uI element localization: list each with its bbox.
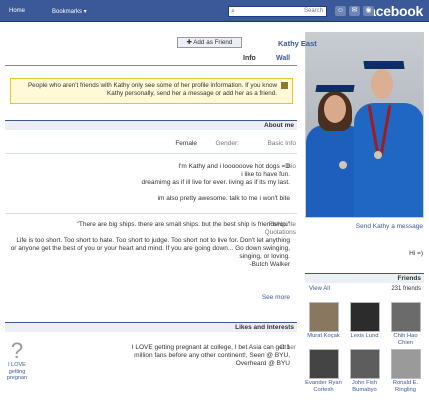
search-icon[interactable]: ⌕	[231, 8, 235, 16]
page-content: Send Kathy a message Hi =) Friends 231 f…	[0, 22, 429, 400]
friend-name[interactable]: Murat Koçak	[307, 333, 340, 340]
quote-line: Life is too short. Too short to hate. To…	[10, 237, 290, 260]
friend-avatar[interactable]	[349, 302, 380, 332]
friend-grid: Chih Hao Chien Lexis Lund Murat Koçak Ro…	[305, 302, 424, 394]
tab-info[interactable]: Info	[243, 55, 256, 62]
tab-divider	[5, 65, 297, 66]
messages-icon[interactable]: ✉	[349, 6, 360, 16]
likes-line[interactable]: Overheard @ BYU	[10, 360, 290, 368]
quote-line	[10, 229, 290, 237]
friend-item[interactable]: Murat Koçak	[305, 302, 342, 347]
page-thumbnail[interactable]: ? I LOVE getting pregnan	[5, 340, 29, 400]
likes-header: Likes and Interests	[5, 322, 297, 332]
friend-name[interactable]: Ronald E. Ringling	[387, 380, 424, 394]
bio-text: I'm Kathy and i loooooove hot dogs =D i …	[10, 163, 290, 203]
search-input[interactable]: ⌕ Search	[228, 6, 327, 17]
about-me-header: About me	[5, 120, 297, 130]
nav-home-link[interactable]: Home	[9, 8, 25, 14]
friend-item[interactable]: John Fish Bumabyo	[346, 349, 383, 394]
friend-avatar[interactable]	[390, 302, 421, 332]
see-more-link[interactable]: See more	[10, 294, 290, 301]
friend-avatar[interactable]	[349, 349, 380, 379]
question-icon: ?	[10, 338, 24, 363]
gender-label: Gender:	[215, 140, 240, 147]
top-bar: facebook ☺ ✉ ◉ ⌕ Search Home Bookmarks ▾	[0, 0, 429, 22]
likes-line[interactable]: million fans before any other continent!…	[10, 352, 290, 360]
friend-item[interactable]: Evander Ryan Cortesh	[305, 349, 342, 394]
likes-line[interactable]: I LOVE getting pregnant at college, I be…	[10, 344, 290, 352]
friend-avatar[interactable]	[308, 349, 339, 379]
profile-name: Kathy East	[278, 39, 317, 48]
view-all-friends-link[interactable]: View All	[309, 286, 330, 292]
friend-item[interactable]: Chih Hao Chien	[387, 302, 424, 347]
friend-name[interactable]: Evander Ryan Cortesh	[305, 380, 342, 394]
friend-name[interactable]: Lexis Lund	[350, 333, 378, 340]
friend-avatar[interactable]	[308, 302, 339, 332]
add-friend-label: Add as Friend	[193, 39, 233, 46]
bio-line: i like to have fun.	[241, 171, 290, 178]
friend-item[interactable]: Lexis Lund	[346, 302, 383, 347]
bio-line: dreamimg as if ill live for ever. living…	[141, 179, 290, 186]
profile-short-bio: Hi =)	[409, 250, 423, 257]
basic-info-label: Basic Info	[267, 140, 296, 147]
notification-icons: ☺ ✉ ◉	[335, 6, 374, 16]
bio-line: im also pretty awesome. talk to me i won…	[157, 195, 290, 202]
lock-icon	[281, 82, 288, 89]
privacy-notice: People who aren't friends with Kathy onl…	[10, 78, 293, 104]
search-placeholder: Search	[303, 8, 323, 14]
friend-item[interactable]: Ronald E. Ringling	[387, 349, 424, 394]
friends-header: Friends	[305, 273, 424, 283]
profile-photo[interactable]	[305, 32, 424, 218]
privacy-notice-text: People who aren't friends with Kathy onl…	[27, 82, 277, 97]
notifications-icon[interactable]: ◉	[363, 6, 374, 16]
friend-name[interactable]: John Fish Bumabyo	[346, 380, 383, 394]
send-message-link[interactable]: Send Kathy a message	[356, 223, 423, 230]
friends-count: 231 friends	[391, 286, 421, 292]
page-thumbnail-caption[interactable]: I LOVE getting pregnan	[5, 362, 29, 382]
add-friend-button[interactable]: ✚ Add as Friend	[177, 37, 242, 48]
likes-other-text: I LOVE getting pregnant at college, I be…	[10, 344, 290, 368]
bio-line	[10, 187, 290, 195]
quote-line: "There are big ships. there are small sh…	[76, 221, 290, 228]
friend-name[interactable]: Chih Hao Chien	[387, 333, 424, 347]
gender-value: Female	[175, 140, 197, 147]
tab-wall[interactable]: Wall	[276, 55, 290, 62]
bio-line: I'm Kathy and i loooooove hot dogs =D	[178, 163, 290, 170]
friend-avatar[interactable]	[390, 349, 421, 379]
quote-line: -Butch Walker	[249, 261, 290, 268]
friend-requests-icon[interactable]: ☺	[335, 6, 346, 16]
quotes-text: "There are big ships. there are small sh…	[10, 221, 290, 269]
nav-bookmarks-link[interactable]: Bookmarks ▾	[52, 8, 87, 15]
